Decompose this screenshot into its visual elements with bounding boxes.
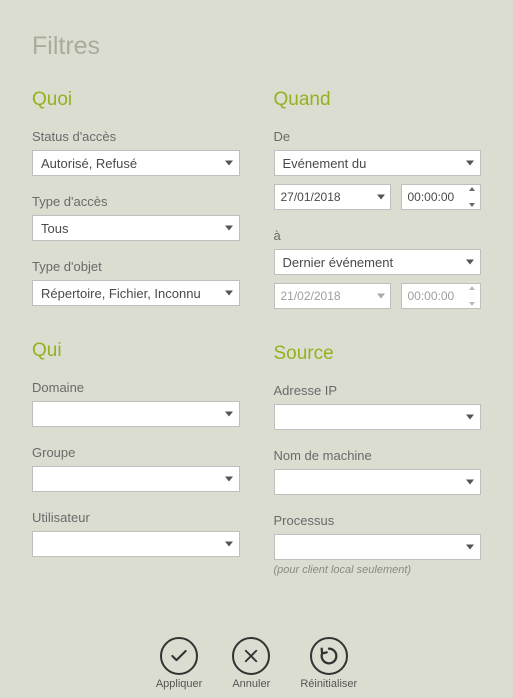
label-from: De [274,129,482,144]
access-type-value: Tous [41,221,68,236]
machine-dropdown[interactable] [274,469,482,495]
ip-dropdown[interactable] [274,404,482,430]
to-time-value: 00:00:00 [408,289,455,303]
label-status: Status d'accès [32,129,240,144]
chevron-down-icon [466,480,474,485]
chevron-down-icon [225,161,233,166]
from-mode-value: Evénement du [283,156,367,171]
from-date-dropdown[interactable]: 27/01/2018 [274,184,391,210]
process-dropdown[interactable] [274,534,482,560]
user-dropdown[interactable] [32,531,240,557]
from-mode-dropdown[interactable]: Evénement du [274,150,482,176]
check-circle-icon [160,637,198,675]
section-title-qui: Qui [32,340,240,362]
to-time-spinner: 00:00:00 [401,283,482,309]
label-ip: Adresse IP [274,383,482,398]
apply-button[interactable]: Appliquer [156,637,202,690]
to-mode-dropdown[interactable]: Dernier événement [274,249,482,275]
domain-dropdown[interactable] [32,401,240,427]
process-note: (pour client local seulement) [274,564,482,576]
spinner-arrows-icon [467,187,477,207]
close-circle-icon [232,637,270,675]
access-type-dropdown[interactable]: Tous [32,215,240,241]
object-type-value: Répertoire, Fichier, Inconnu [41,286,201,301]
cancel-button[interactable]: Annuler [232,637,270,690]
label-group: Groupe [32,445,240,460]
label-to: à [274,228,482,243]
chevron-down-icon [466,545,474,550]
label-machine: Nom de machine [274,448,482,463]
group-dropdown[interactable] [32,466,240,492]
status-value: Autorisé, Refusé [41,156,137,171]
chevron-down-icon [377,294,385,299]
chevron-down-icon [225,226,233,231]
section-title-quand: Quand [274,89,482,111]
chevron-down-icon [225,412,233,417]
chevron-down-icon [377,195,385,200]
from-date-value: 27/01/2018 [281,190,341,204]
chevron-down-icon [225,291,233,296]
to-date-dropdown: 21/02/2018 [274,283,391,309]
reset-label: Réinitialiser [300,678,357,690]
label-user: Utilisateur [32,510,240,525]
refresh-icon [310,637,348,675]
to-date-value: 21/02/2018 [281,289,341,303]
label-process: Processus [274,513,482,528]
chevron-down-icon [225,542,233,547]
status-dropdown[interactable]: Autorisé, Refusé [32,150,240,176]
label-access-type: Type d'accès [32,194,240,209]
section-title-quoi: Quoi [32,89,240,111]
page-title: Filtres [32,32,481,61]
to-mode-value: Dernier événement [283,255,394,270]
section-title-source: Source [274,343,482,365]
from-time-spinner[interactable]: 00:00:00 [401,184,482,210]
from-time-value: 00:00:00 [408,190,455,204]
object-type-dropdown[interactable]: Répertoire, Fichier, Inconnu [32,280,240,306]
cancel-label: Annuler [232,678,270,690]
chevron-down-icon [466,415,474,420]
label-object-type: Type d'objet [32,259,240,274]
footer-actions: Appliquer Annuler Réinitialiser [0,637,513,690]
label-domain: Domaine [32,380,240,395]
reset-button[interactable]: Réinitialiser [300,637,357,690]
apply-label: Appliquer [156,678,202,690]
chevron-down-icon [225,477,233,482]
chevron-down-icon [466,260,474,265]
chevron-down-icon [466,161,474,166]
spinner-arrows-icon [467,286,477,306]
